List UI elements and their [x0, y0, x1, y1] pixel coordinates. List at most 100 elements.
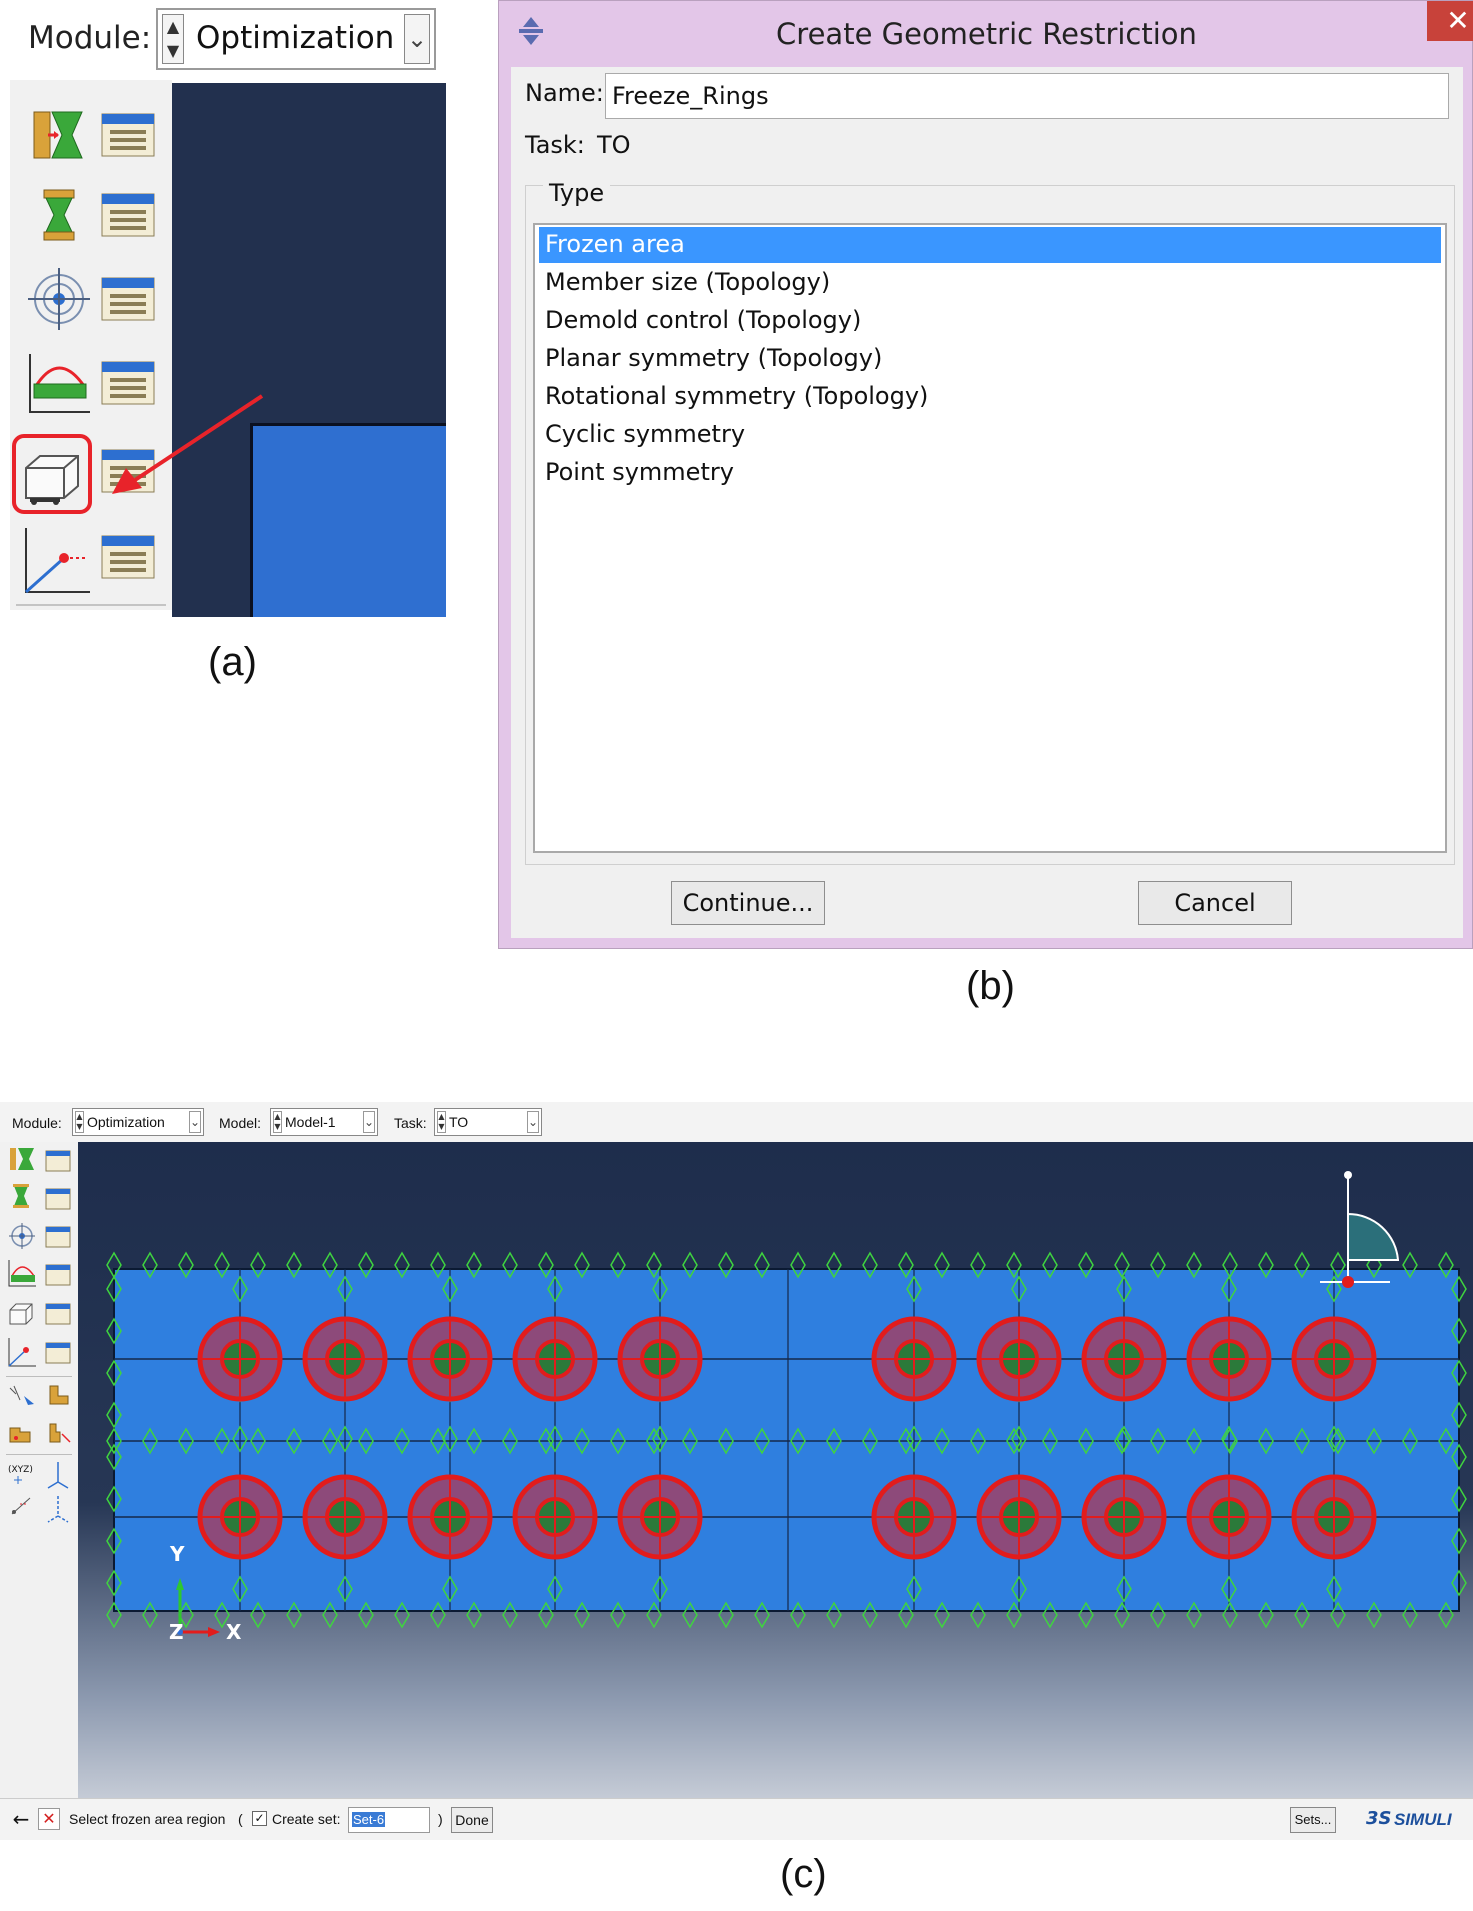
task-value: TO	[597, 131, 631, 159]
task-label: Task:	[525, 131, 585, 159]
design-response-manager-icon[interactable]	[100, 190, 156, 240]
surface-tool-icon[interactable]	[9, 1427, 31, 1443]
model-combo[interactable]: ▲ ▼ Model-1 ⌄	[270, 1108, 378, 1136]
view-quadrant	[1347, 1212, 1400, 1276]
module-value: Optimization	[87, 1114, 165, 1130]
cancel-procedure-icon[interactable]: ✕	[38, 1808, 60, 1830]
create-design-response-icon[interactable]	[13, 1184, 29, 1208]
continue-button[interactable]: Continue...	[671, 881, 825, 925]
type-item-demold-control[interactable]: Demold control (Topology)	[539, 303, 1441, 339]
svg-text:(XYZ): (XYZ)	[8, 1465, 33, 1475]
objective-function-manager-icon[interactable]	[100, 274, 156, 324]
model-label: Model:	[219, 1115, 262, 1131]
set-manager-icon[interactable]	[49, 1385, 69, 1405]
create-task-icon[interactable]	[22, 98, 96, 172]
cancel-button[interactable]: Cancel	[1138, 881, 1292, 925]
part-preview	[250, 423, 446, 617]
toolbox: (XYZ)	[0, 1142, 79, 1798]
create-objective-function-icon[interactable]	[22, 262, 96, 336]
datum-axis-icon[interactable]	[11, 1497, 31, 1515]
create-stop-condition-icon[interactable]	[20, 524, 94, 598]
create-set-label: Create set:	[272, 1811, 341, 1827]
viewport[interactable]: Y Z X	[78, 1142, 1473, 1798]
axis-z-label: Z	[169, 1620, 184, 1644]
back-arrow-icon[interactable]: ←	[10, 1809, 32, 1831]
type-item-member-size[interactable]: Member size (Topology)	[539, 265, 1441, 301]
type-group-label: Type	[543, 179, 611, 207]
type-item-planar-symmetry[interactable]: Planar symmetry (Topology)	[539, 341, 1441, 377]
module-spin-icon[interactable]: ▲ ▼	[162, 14, 184, 64]
pointer-arrow	[112, 394, 264, 494]
geometric-restriction-manager-icon[interactable]	[45, 1303, 71, 1325]
query-tool-icon[interactable]	[9, 1385, 34, 1405]
create-task-icon[interactable]	[10, 1148, 34, 1170]
create-geometric-restriction-icon[interactable]	[9, 1303, 33, 1325]
task-manager-icon[interactable]	[100, 110, 156, 160]
chevron-down-icon[interactable]: ⌄	[189, 1111, 201, 1133]
close-icon[interactable]: ✕	[1427, 1, 1473, 41]
name-input[interactable]: Freeze_Rings	[605, 73, 1449, 119]
sets-button[interactable]: Sets...	[1290, 1807, 1336, 1833]
model-spin-icon[interactable]: ▲ ▼	[273, 1111, 282, 1133]
module-label: Module:	[28, 20, 152, 56]
part-model	[106, 1171, 1467, 1629]
caption-c: (c)	[780, 1852, 827, 1896]
dialog-body: Name: Freeze_Rings Task: TO Type Frozen …	[511, 67, 1463, 938]
chevron-down-icon[interactable]: ⌄	[404, 14, 430, 64]
task-manager-icon[interactable]	[45, 1150, 71, 1172]
constraint-manager-icon[interactable]	[45, 1264, 71, 1286]
module-combo[interactable]: ▲ ▼ Optimization ⌄	[72, 1108, 204, 1136]
create-design-response-icon[interactable]	[22, 178, 96, 252]
set-name-input[interactable]: Set-6	[348, 1807, 430, 1833]
toolbox-divider	[16, 604, 166, 606]
create-geometric-restriction-icon[interactable]	[12, 434, 92, 514]
design-response-manager-icon[interactable]	[45, 1188, 71, 1210]
chevron-down-icon[interactable]: ⌄	[363, 1111, 375, 1133]
axis-y-label: Y	[170, 1542, 185, 1566]
task-value: TO	[449, 1114, 469, 1130]
create-objective-function-icon[interactable]	[9, 1223, 35, 1249]
type-item-frozen-area[interactable]: Frozen area	[539, 227, 1441, 263]
create-stop-condition-icon[interactable]	[8, 1338, 36, 1367]
module-combo[interactable]: ▲ ▼ Optimization ⌄	[156, 8, 436, 70]
paren-open: (	[238, 1811, 243, 1827]
stop-condition-manager-icon[interactable]	[45, 1342, 71, 1364]
task-combo[interactable]: ▲ ▼ TO ⌄	[434, 1108, 542, 1136]
task-label: Task:	[394, 1115, 427, 1131]
datum-plane-icon[interactable]	[47, 1496, 69, 1523]
name-label: Name:	[525, 79, 604, 107]
type-item-point-symmetry[interactable]: Point symmetry	[539, 455, 1441, 491]
type-list[interactable]: Frozen area Member size (Topology) Demol…	[533, 223, 1447, 853]
brand-logo: 3S	[1366, 1808, 1392, 1829]
type-item-rotational-symmetry[interactable]: Rotational symmetry (Topology)	[539, 379, 1441, 415]
reference-point	[1342, 1276, 1354, 1288]
create-constraint-icon[interactable]	[8, 1260, 36, 1287]
objective-function-manager-icon[interactable]	[45, 1226, 71, 1248]
create-set-checkbox[interactable]: ✓	[252, 1811, 267, 1826]
module-spin-icon[interactable]: ▲ ▼	[75, 1111, 84, 1133]
module-label: Module:	[12, 1115, 62, 1131]
model-value: Model-1	[285, 1114, 336, 1130]
datum-csys-icon[interactable]	[47, 1462, 69, 1489]
datum-point-icon[interactable]: (XYZ)	[8, 1465, 33, 1484]
optimization-module-window: Module: ▲ ▼ Optimization ⌄ Model: ▲ ▼ Mode…	[0, 1102, 1473, 1840]
stop-condition-manager-icon[interactable]	[100, 532, 156, 582]
global-triad: Y Z X	[169, 1542, 266, 1656]
module-toolbox-panel: Module: ▲ ▼ Optimization ⌄ (a)	[0, 0, 446, 684]
brand-text: SIMULI	[1394, 1810, 1452, 1829]
context-bar: Module: ▲ ▼ Optimization ⌄ Model: ▲ ▼ Mode…	[0, 1102, 1473, 1143]
viewport[interactable]	[172, 83, 446, 617]
chevron-down-icon[interactable]: ⌄	[527, 1111, 539, 1133]
create-constraint-icon[interactable]	[22, 346, 96, 420]
task-spin-icon[interactable]: ▲ ▼	[437, 1111, 446, 1133]
toolbox	[10, 80, 172, 610]
type-item-cyclic-symmetry[interactable]: Cyclic symmetry	[539, 417, 1441, 453]
partition-tool-icon[interactable]	[49, 1423, 71, 1443]
module-value: Optimization	[196, 20, 395, 56]
paren-close: )	[438, 1811, 443, 1827]
done-button[interactable]: Done	[451, 1807, 493, 1833]
prompt-text: Select frozen area region	[69, 1811, 226, 1827]
prompt-area: ← ✕ Select frozen area region ( ✓ Create…	[0, 1798, 1473, 1840]
caption-a: (a)	[208, 640, 257, 684]
axis-x-label: X	[226, 1620, 242, 1644]
